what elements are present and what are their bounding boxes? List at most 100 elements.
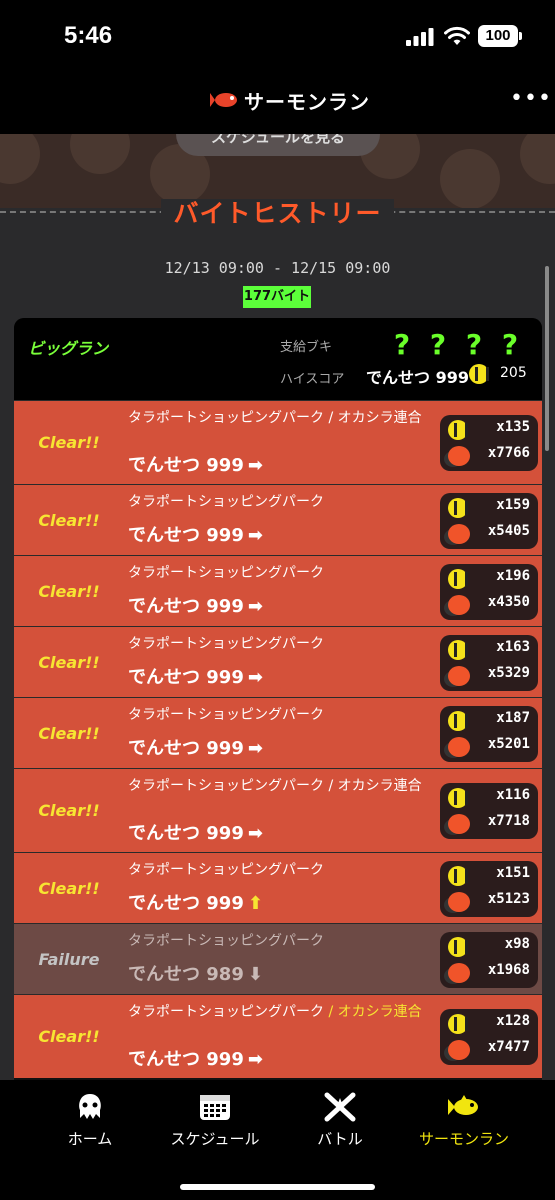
power-egg-count: x5201 [487, 735, 530, 752]
stage-name: タラポートショッピングパーク / オカシラ連合 [128, 1003, 438, 1021]
tab-battle[interactable]: バトル [300, 1092, 380, 1149]
scrollbar[interactable] [545, 266, 549, 451]
golden-egg-count: x163 [496, 638, 530, 655]
rank-text: でんせつ 999 [128, 893, 244, 914]
power-egg-count: x5405 [487, 522, 530, 539]
golden-egg-icon [448, 710, 468, 731]
rank-down-icon: ⬇ [247, 964, 263, 985]
rank-up-icon: ⬆ [247, 893, 263, 914]
stage-name: タラポートショッピングパーク [128, 706, 438, 724]
golden-egg-icon [448, 497, 468, 518]
history-row[interactable]: Clear!! タラポートショッピングパーク でんせつ 999 ➡ x187 x5201 [14, 697, 542, 768]
egg-stats: x98 x1968 [440, 931, 538, 988]
rank-text: でんせつ 999 [128, 596, 244, 617]
more-options-icon[interactable]: ••• [510, 88, 551, 112]
weapon-slot: ? [465, 328, 483, 361]
tab-home[interactable]: ホーム [50, 1092, 130, 1149]
stage-label: タラポートショッピングパーク [128, 565, 324, 581]
tab-schedule[interactable]: スケジュール [160, 1092, 270, 1149]
golden-egg-icon [448, 788, 468, 808]
stage-name: タラポートショッピングパーク [128, 564, 438, 582]
rank-text: でんせつ 999 [128, 525, 244, 546]
golden-egg-count: x98 [504, 935, 530, 952]
boss-label: / オカシラ連合 [324, 410, 422, 426]
rank-label: でんせつ 989 ⬇ [128, 960, 263, 986]
result-label: Clear!! [38, 878, 100, 898]
salmon-logo-icon [210, 93, 237, 107]
power-egg-count: x7477 [487, 1039, 530, 1055]
rank-same-icon: ➡ [247, 738, 263, 759]
power-egg-icon [448, 446, 470, 466]
history-row[interactable]: Clear!! タラポートショッピングパーク でんせつ 999 ➡ x159 x5405 [14, 484, 542, 555]
main-content: スケジュールを見る バイトヒストリー 12/13 09:00 - 12/15 0… [0, 134, 555, 1080]
date-range: 12/13 09:00 - 12/15 09:00 [164, 259, 391, 277]
wifi-icon [444, 26, 470, 45]
history-row[interactable]: Failure タラポートショッピングパーク でんせつ 989 ⬇ x98 x1968 [14, 923, 542, 994]
stage-name: タラポートショッピングパーク [128, 493, 438, 511]
rank-text: でんせつ 989 [128, 964, 244, 985]
tab-bar: ホーム スケジュール バトル サーモンラン [0, 1080, 555, 1200]
tab-home-label: ホーム [67, 1130, 113, 1148]
stage-label: タラポートショッピングパーク [128, 636, 324, 652]
stage-label: タラポートショッピングパーク [128, 933, 324, 949]
weapon-slot: ? [393, 328, 411, 361]
tab-salmon-run[interactable]: サーモンラン [408, 1092, 520, 1149]
power-egg-icon [448, 1040, 470, 1060]
golden-egg-count: x135 [496, 419, 530, 435]
hiscore-eggs: 205 [500, 365, 527, 381]
rank-text: でんせつ 999 [128, 667, 244, 688]
golden-egg-icon [448, 936, 468, 957]
stage-name: タラポートショッピングパーク / オカシラ連合 [128, 777, 438, 795]
history-row[interactable]: Clear!! タラポートショッピングパーク でんせつ 999 ⬆ x151 x5123 [14, 852, 542, 923]
history-row[interactable]: Clear!! タラポートショッピングパーク でんせつ 999 ➡ x163 x5329 [14, 626, 542, 697]
power-egg-count: x7718 [487, 813, 530, 829]
power-egg-count: x5329 [487, 664, 530, 681]
section-title-text: バイトヒストリー [161, 199, 394, 228]
rank-same-icon: ➡ [247, 596, 263, 617]
egg-stats: x128 x7477 [440, 1009, 538, 1065]
status-time: 5:46 [64, 22, 113, 49]
result-label: Clear!! [38, 510, 100, 530]
boss-label: / オカシラ連合 [324, 1004, 422, 1020]
history-row[interactable]: Clear!! タラポートショッピングパーク / オカシラ連合 でんせつ 999 ➡ x… [14, 994, 542, 1078]
rank-label: でんせつ 999 ➡ [128, 819, 263, 845]
stage-name: タラポートショッピングパーク [128, 635, 438, 653]
golden-egg-icon [448, 639, 468, 660]
hiscore-rank: でんせつ 999 [366, 368, 469, 387]
power-egg-count: x5123 [487, 890, 530, 907]
rank-label: でんせつ 999 ➡ [128, 734, 263, 760]
history-row[interactable]: Clear!! タラポートショッピングパーク でんせつ 999 ➡ x196 x4350 [14, 555, 542, 626]
rank-same-icon: ➡ [247, 667, 263, 688]
power-egg-count: x4350 [487, 593, 530, 610]
egg-stats: x196 x4350 [440, 563, 538, 620]
stage-name: タラポートショッピングパーク [128, 861, 438, 879]
stage-label: タラポートショッピングパーク [128, 410, 324, 426]
mode-label: ビッグラン [28, 339, 109, 358]
golden-egg-count: x187 [496, 709, 530, 726]
golden-egg-count: x116 [496, 787, 530, 803]
stage-label: タラポートショッピングパーク [128, 707, 324, 723]
schedule-button[interactable]: スケジュールを見る [176, 134, 380, 156]
power-egg-count: x1968 [487, 961, 530, 978]
rank-label: でんせつ 999 ➡ [128, 592, 263, 618]
history-row[interactable]: Clear!! タラポートショッピングパーク / オカシラ連合 でんせつ 999 ➡ x… [14, 400, 542, 484]
history-row[interactable]: Clear!! タラポートショッピングパーク / オカシラ連合でんせつ 999 ➡ x… [14, 768, 542, 852]
rank-label: でんせつ 999 ➡ [128, 451, 263, 477]
card-header: ビッグラン 支給ブキ ? ? ? ? ハイスコア でんせつ 999 205 [14, 318, 542, 400]
result-label: Clear!! [38, 801, 100, 820]
stage-label: タラポートショッピングパーク [128, 494, 324, 510]
stage-label: タラポートショッピングパーク [128, 1004, 324, 1020]
rank-text: でんせつ 999 [128, 823, 244, 844]
rank-same-icon: ➡ [247, 525, 263, 546]
rank-label: でんせつ 999 ➡ [128, 1045, 263, 1071]
tab-battle-label: バトル [317, 1130, 363, 1148]
egg-stats: x116 x7718 [440, 783, 538, 839]
golden-egg-icon [448, 568, 468, 589]
battery-cap [519, 32, 522, 40]
power-egg-icon [448, 962, 470, 983]
rank-text: でんせつ 999 [128, 738, 244, 759]
nav-bar: サーモンラン ••• [0, 72, 555, 134]
rank-label: でんせつ 999 ⬆ [128, 889, 263, 915]
boss-label: / オカシラ連合 [324, 778, 422, 794]
stage-name: タラポートショッピングパーク / オカシラ連合 [128, 409, 438, 427]
